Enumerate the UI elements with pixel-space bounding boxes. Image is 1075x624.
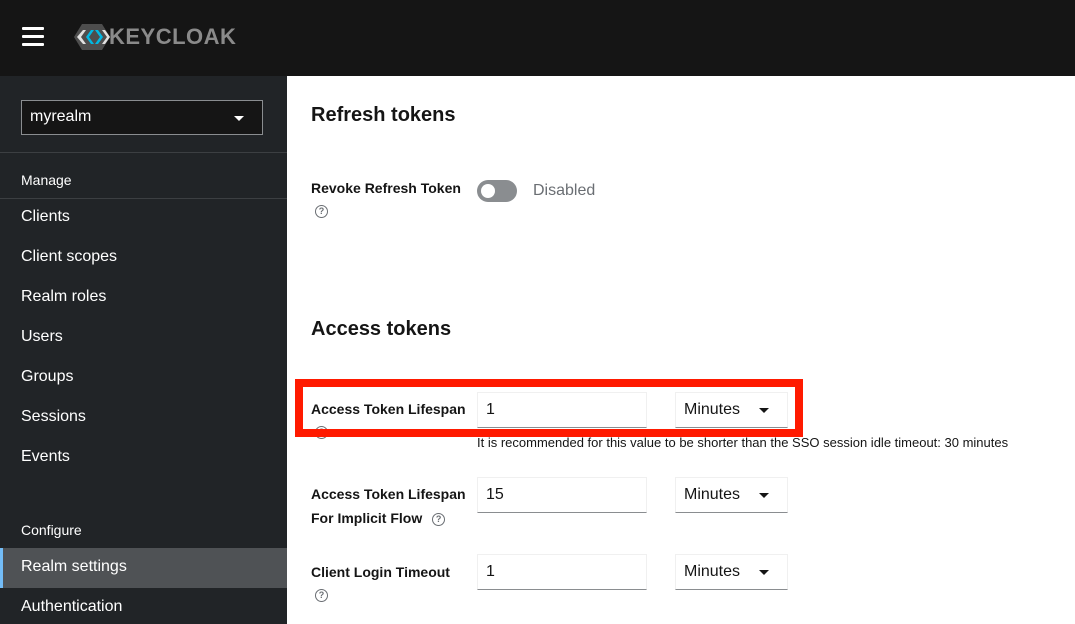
implicit-flow-unit-select[interactable]: Minutes xyxy=(675,477,788,513)
access-token-lifespan-input[interactable] xyxy=(477,392,647,428)
revoke-refresh-token-label: Revoke Refresh Token xyxy=(311,180,461,196)
revoke-refresh-token-toggle[interactable] xyxy=(477,180,517,202)
implicit-flow-label-line1: Access Token Lifespan xyxy=(311,486,466,502)
realm-selector[interactable]: myrealm xyxy=(21,100,263,135)
sidebar-item-events[interactable]: Events xyxy=(0,438,287,478)
access-token-lifespan-unit-select[interactable]: Minutes xyxy=(675,392,788,428)
masthead: KEYCLOAK xyxy=(0,0,1075,76)
sidebar-item-realm-roles[interactable]: Realm roles xyxy=(0,278,287,318)
unit-select-value: Minutes xyxy=(684,401,741,418)
unit-select-value: Minutes xyxy=(684,486,741,503)
help-icon[interactable]: ? xyxy=(315,426,328,439)
toggle-knob xyxy=(481,184,495,198)
sidebar-section-configure: Configure xyxy=(21,522,82,538)
caret-down-icon xyxy=(759,493,769,498)
sidebar-item-groups[interactable]: Groups xyxy=(0,358,287,398)
access-tokens-title: Access tokens xyxy=(311,318,452,340)
keycloak-logo[interactable]: KEYCLOAK xyxy=(74,22,236,52)
main-content: Refresh tokens Revoke Refresh Token ? Di… xyxy=(287,76,1075,624)
help-icon[interactable]: ? xyxy=(315,205,328,218)
realm-selector-value: myrealm xyxy=(30,108,92,125)
caret-down-icon xyxy=(234,116,244,121)
sidebar-item-users[interactable]: Users xyxy=(0,318,287,358)
unit-select-value: Minutes xyxy=(684,563,741,580)
sidebar-item-clients[interactable]: Clients xyxy=(0,198,287,238)
sidebar-divider xyxy=(0,152,287,153)
keycloak-logo-icon xyxy=(74,24,110,50)
logo-text: KEYCLOAK xyxy=(109,24,237,49)
access-token-lifespan-helper-text: It is recommended for this value to be s… xyxy=(477,435,1009,450)
help-icon[interactable]: ? xyxy=(315,589,328,602)
client-login-timeout-label: Client Login Timeout xyxy=(311,564,450,580)
caret-down-icon xyxy=(759,408,769,413)
help-icon[interactable]: ? xyxy=(432,512,446,526)
access-token-lifespan-label: Access Token Lifespan xyxy=(311,401,466,417)
sidebar-item-realm-settings[interactable]: Realm settings xyxy=(0,548,287,588)
sidebar-item-client-scopes[interactable]: Client scopes xyxy=(0,238,287,278)
sidebar-item-authentication[interactable]: Authentication xyxy=(0,588,287,624)
caret-down-icon xyxy=(759,570,769,575)
sidebar-nav: myrealm Manage Clients Client scopes Rea… xyxy=(0,76,287,624)
implicit-flow-label-line2: For Implicit Flow ? xyxy=(311,506,446,530)
refresh-tokens-title: Refresh tokens xyxy=(311,104,456,126)
client-login-timeout-input[interactable] xyxy=(477,554,647,590)
implicit-flow-label-text: For Implicit Flow xyxy=(311,510,423,526)
hamburger-icon[interactable] xyxy=(22,27,44,47)
client-login-timeout-unit-select[interactable]: Minutes xyxy=(675,554,788,590)
sidebar-item-sessions[interactable]: Sessions xyxy=(0,398,287,438)
revoke-refresh-token-status: Disabled xyxy=(533,182,596,199)
implicit-flow-lifespan-input[interactable] xyxy=(477,477,647,513)
sidebar-section-manage: Manage xyxy=(21,172,72,188)
